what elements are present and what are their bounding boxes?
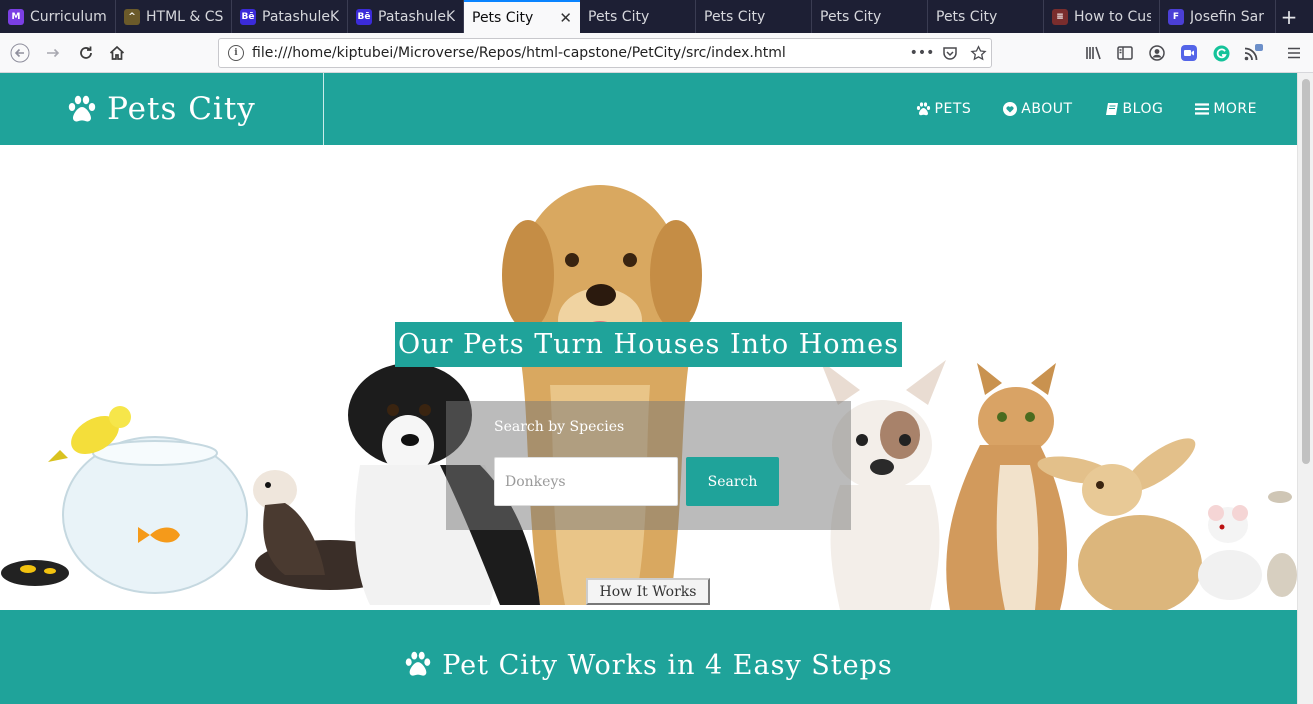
browser-tab-title: How to Cus: [1074, 8, 1151, 25]
bookmark-star-icon[interactable]: [967, 43, 989, 63]
nav-pets[interactable]: PETS: [916, 101, 972, 117]
page-icon: ≡: [1052, 8, 1068, 25]
page-scrollbar[interactable]: [1297, 73, 1313, 704]
browser-tab-title: PatashuleK: [378, 8, 455, 25]
library-icon[interactable]: [1083, 41, 1105, 65]
browser-tab-title: Pets City: [936, 8, 998, 25]
site-header: Pets City PETS ABOUT BLOG MORE: [0, 73, 1297, 145]
browser-tab[interactable]: Pets City: [580, 0, 696, 33]
address-bar[interactable]: i file:///home/kiptubei/Microverse/Repos…: [218, 38, 992, 68]
steps-section: Pet City Works in 4 Easy Steps: [0, 610, 1297, 704]
browser-tab[interactable]: ^ HTML & CSS: [116, 0, 232, 33]
species-search-input[interactable]: [494, 457, 678, 506]
nav-more-label: MORE: [1213, 101, 1257, 117]
home-button[interactable]: [105, 41, 129, 65]
search-label: Search by Species: [494, 419, 625, 435]
steps-heading: Pet City Works in 4 Easy Steps: [0, 650, 1297, 681]
browser-tab-title: Pets City: [704, 8, 766, 25]
sidebar-icon[interactable]: [1114, 41, 1136, 65]
microverse-icon: M: [8, 8, 24, 25]
browser-tab[interactable]: Pets City: [928, 0, 1044, 33]
new-tab-button[interactable]: +: [1276, 0, 1302, 33]
browser-tab[interactable]: Pets City: [696, 0, 812, 33]
book-icon: [1105, 103, 1118, 115]
browser-tab[interactable]: M Curriculum: [0, 0, 116, 33]
site-logo[interactable]: Pets City: [0, 73, 324, 145]
close-tab-icon[interactable]: ✕: [559, 9, 572, 27]
browser-tab-title: PatashuleK: [262, 8, 339, 25]
site-logo-text: Pets City: [107, 91, 256, 127]
browser-tab-title: Josefin Sar: [1190, 8, 1264, 25]
browser-tab[interactable]: Bē PatashuleK: [232, 0, 348, 33]
steps-heading-text: Pet City Works in 4 Easy Steps: [442, 650, 893, 681]
dog-golden-retriever-illustration: [502, 185, 702, 605]
behance-icon: Bē: [356, 8, 372, 25]
graduation-cap-icon: ^: [124, 8, 140, 25]
browser-tab[interactable]: Pets City: [812, 0, 928, 33]
nav-blog-label: BLOG: [1122, 101, 1164, 117]
main-nav: PETS ABOUT BLOG MORE: [916, 73, 1257, 145]
behance-icon: Bē: [240, 8, 256, 25]
url-text[interactable]: file:///home/kiptubei/Microverse/Repos/h…: [252, 45, 786, 61]
snake-illustration: [1267, 491, 1297, 597]
browser-tab[interactable]: ≡ How to Cus: [1044, 0, 1160, 33]
cat-illustration: [946, 363, 1068, 610]
account-icon[interactable]: [1146, 41, 1168, 65]
forward-button[interactable]: [41, 41, 65, 65]
browser-tab[interactable]: Bē PatashuleK: [348, 0, 464, 33]
scrollbar-thumb[interactable]: [1302, 79, 1310, 464]
browser-toolbar: i file:///home/kiptubei/Microverse/Repos…: [0, 33, 1313, 73]
more-actions-icon[interactable]: •••: [910, 43, 935, 63]
tab-strip: M Curriculum ^ HTML & CSS Bē PatashuleK Bē Pata…: [0, 0, 1313, 33]
mouse-illustration: [1198, 505, 1262, 600]
nav-pets-label: PETS: [934, 101, 972, 117]
browser-tab-title: Pets City: [588, 8, 650, 25]
browser-tab[interactable]: Pets City ✕: [464, 0, 580, 33]
paw-icon: [405, 651, 431, 676]
grammarly-icon[interactable]: [1210, 41, 1232, 65]
browser-tab-title: Pets City: [820, 8, 882, 25]
pocket-icon[interactable]: [939, 43, 961, 63]
nav-about[interactable]: ABOUT: [1003, 101, 1072, 117]
paw-icon: [916, 102, 930, 116]
browser-tab-title: Pets City: [472, 9, 534, 26]
back-button[interactable]: [8, 41, 32, 65]
reload-button[interactable]: [74, 41, 98, 65]
frog-illustration: [1, 560, 69, 586]
browser-tab-title: Curriculum: [30, 8, 107, 25]
rss-icon[interactable]: [1242, 41, 1264, 65]
search-button[interactable]: Search: [686, 457, 779, 506]
info-icon[interactable]: i: [228, 45, 244, 61]
menu-icon[interactable]: [1283, 41, 1305, 65]
species-search-box: Search by Species Search: [446, 401, 851, 530]
hero-pets-image: [1, 185, 1297, 610]
letter-f-icon: F: [1168, 8, 1184, 25]
nav-more[interactable]: MORE: [1195, 101, 1257, 117]
how-it-works-button[interactable]: How It Works: [586, 578, 710, 605]
nav-about-label: ABOUT: [1021, 101, 1073, 117]
heart-icon: [1003, 102, 1018, 116]
browser-tab[interactable]: F Josefin Sar: [1160, 0, 1276, 33]
paw-icon: [68, 95, 96, 122]
page-viewport: Pets City PETS ABOUT BLOG MORE Our Pets …: [0, 73, 1297, 704]
hero-title: Our Pets Turn Houses Into Homes: [395, 322, 902, 367]
browser-tab-title: HTML & CSS: [146, 8, 223, 25]
zoom-extension-icon[interactable]: [1178, 41, 1200, 65]
nav-blog[interactable]: BLOG: [1105, 101, 1164, 117]
hero-section: Our Pets Turn Houses Into Homes Search b…: [0, 145, 1297, 610]
menu-icon: [1195, 103, 1210, 115]
fishbowl-illustration: [62, 436, 248, 594]
